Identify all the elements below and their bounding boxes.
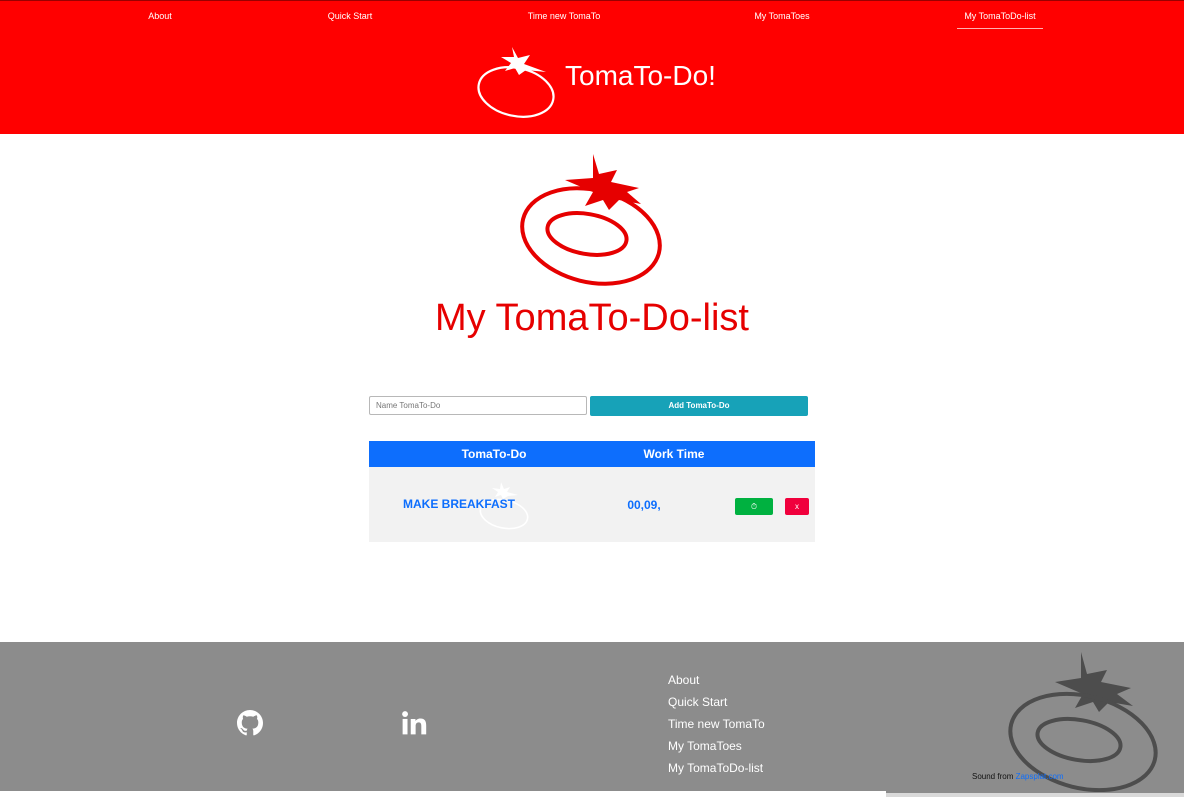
footer-link-my-tomatodo-list[interactable]: My TomaToDo-list	[668, 757, 765, 779]
brand-title: TomaTo-Do!	[565, 60, 716, 91]
linkedin-icon[interactable]	[401, 710, 427, 736]
nav-link-time-new-tomato[interactable]: Time new TomaTo	[519, 9, 609, 29]
github-icon[interactable]	[237, 710, 263, 736]
timer-icon: ⏱	[750, 502, 758, 511]
footer: About Quick Start Time new TomaTo My Tom…	[0, 642, 1184, 797]
sound-credit-text: Sound from	[972, 772, 1016, 781]
todo-name-link[interactable]: MAKE BREAKFAST	[397, 497, 521, 511]
todo-work-time: 00,09,	[627, 498, 661, 512]
page-title: My TomaTo-Do-list	[435, 297, 749, 339]
tomato-footer-icon	[1008, 652, 1158, 792]
tomato-do-name-input[interactable]	[369, 396, 587, 415]
nav-link-my-tomatodo-list[interactable]: My TomaToDo-list	[957, 9, 1043, 29]
tomato-logo-icon	[477, 47, 555, 118]
sound-credit: Sound from Zapsplat.com	[972, 772, 1064, 782]
page: About Quick Start Time new TomaTo My Tom…	[0, 0, 1184, 797]
footer-link-quick-start[interactable]: Quick Start	[668, 691, 765, 713]
header: About Quick Start Time new TomaTo My Tom…	[0, 0, 1184, 134]
footer-link-about[interactable]: About	[668, 669, 765, 691]
tomato-hero-icon	[520, 154, 662, 286]
nav-link-my-tomatoes[interactable]: My TomaToes	[744, 9, 820, 29]
footer-link-my-tomatoes[interactable]: My TomaToes	[668, 735, 765, 757]
nav-link-about[interactable]: About	[140, 9, 180, 29]
footer-links: About Quick Start Time new TomaTo My Tom…	[668, 669, 765, 779]
table-header: TomaTo-Do Work Time	[369, 441, 815, 467]
page-bottom-edge	[0, 791, 886, 797]
start-timer-button[interactable]: ⏱	[735, 498, 773, 515]
todo-table: TomaTo-Do Work Time MAKE BREAKFAST 00,09…	[369, 441, 815, 542]
column-header-work-time: Work Time	[643, 447, 705, 461]
add-tomato-do-button[interactable]: Add TomaTo-Do	[590, 396, 808, 416]
zapsplat-link[interactable]: Zapsplat.com	[1016, 772, 1064, 781]
delete-button[interactable]: x	[785, 498, 809, 515]
footer-link-time-new-tomato[interactable]: Time new TomaTo	[668, 713, 765, 735]
column-header-tomato-do: TomaTo-Do	[461, 447, 527, 461]
nav-link-quick-start[interactable]: Quick Start	[320, 9, 380, 29]
page-bottom-edge-right	[886, 793, 1184, 797]
